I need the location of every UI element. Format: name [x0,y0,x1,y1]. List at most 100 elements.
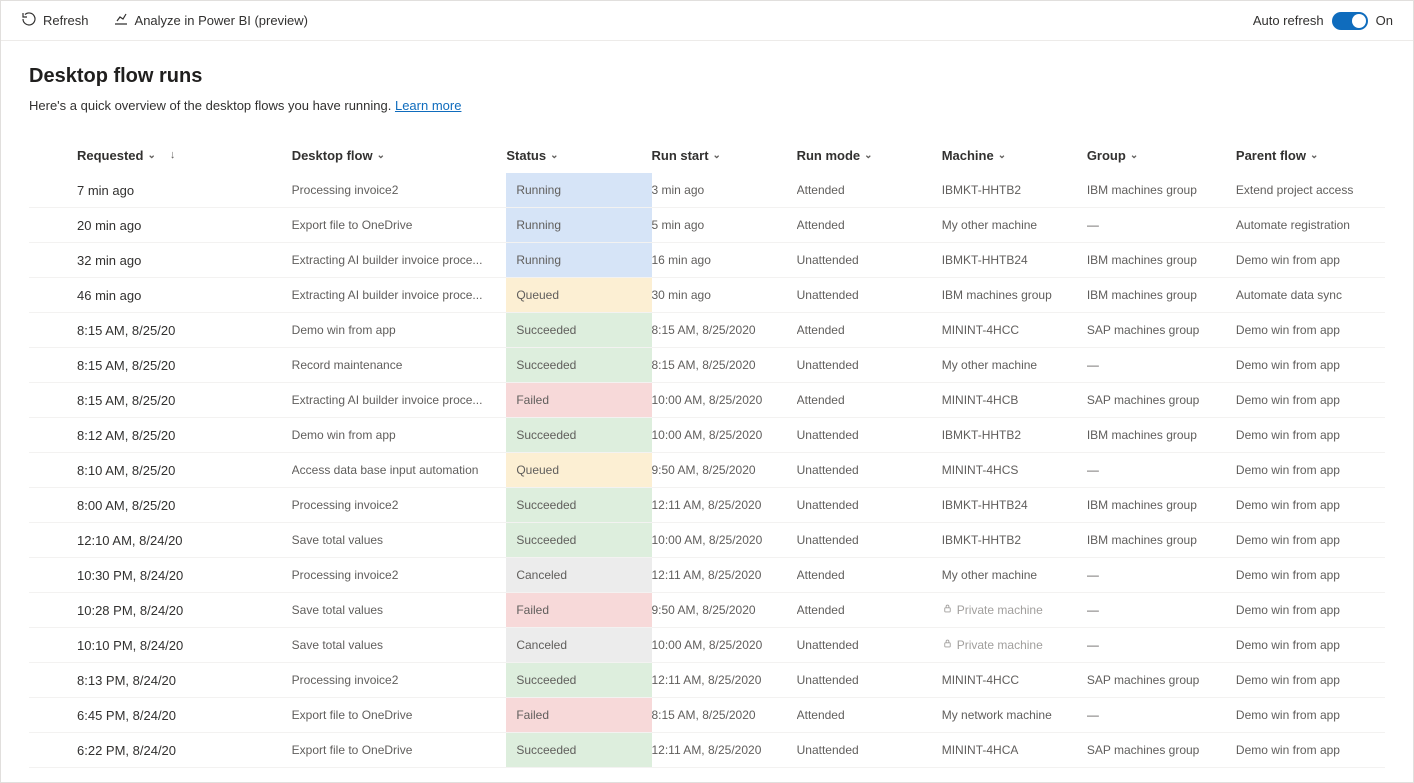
cell-parent-flow: Demo win from app [1236,638,1385,652]
cell-parent-flow: Demo win from app [1236,603,1385,617]
table-row[interactable]: 20 min agoExport file to OneDriveRunning… [29,208,1385,243]
cell-run-mode: Unattended [797,498,942,512]
cell-status: Failed [506,698,651,732]
chevron-down-icon: ⌄ [713,150,721,161]
cell-machine: IBMKT-HHTB2 [942,533,1087,547]
table-row[interactable]: 8:15 AM, 8/25/20Record maintenanceSuccee… [29,348,1385,383]
table-row[interactable]: 12:10 AM, 8/24/20Save total valuesSuccee… [29,523,1385,558]
cell-group: SAP machines group [1087,323,1236,337]
cell-machine: MININT-4HCS [942,463,1087,477]
cell-run-start: 10:00 AM, 8/25/2020 [652,638,797,652]
cell-group: — [1087,218,1236,232]
table-row[interactable]: 46 min agoExtracting AI builder invoice … [29,278,1385,313]
private-machine: Private machine [942,638,1043,652]
cell-group: IBM machines group [1087,533,1236,547]
cell-run-start: 9:50 AM, 8/25/2020 [652,463,797,477]
cell-desktop-flow: Extracting AI builder invoice proce... [292,253,507,267]
cell-run-start: 12:11 AM, 8/25/2020 [652,743,797,757]
cell-parent-flow: Automate registration [1236,218,1385,232]
cell-parent-flow: Demo win from app [1236,533,1385,547]
table-row[interactable]: 10:10 PM, 8/24/20Save total valuesCancel… [29,628,1385,663]
table-row[interactable]: 10:28 PM, 8/24/20Save total valuesFailed… [29,593,1385,628]
auto-refresh-label: Auto refresh [1253,13,1324,28]
cell-run-start: 10:00 AM, 8/25/2020 [652,428,797,442]
cell-run-mode: Attended [797,183,942,197]
cell-desktop-flow: Processing invoice2 [292,568,507,582]
cell-desktop-flow: Demo win from app [292,323,507,337]
refresh-button[interactable]: Refresh [21,11,89,30]
cell-status: Succeeded [506,348,651,382]
table-row[interactable]: 10:30 PM, 8/24/20Processing invoice2Canc… [29,558,1385,593]
cell-requested: 12:10 AM, 8/24/20 [77,533,292,548]
cell-requested: 6:45 PM, 8/24/20 [77,708,292,723]
cell-machine: IBM machines group [942,288,1087,302]
cell-group: — [1087,463,1236,477]
col-header-label: Status [506,148,546,163]
analyze-label: Analyze in Power BI (preview) [135,13,308,28]
cell-requested: 8:12 AM, 8/25/20 [77,428,292,443]
col-header-machine[interactable]: Machine ⌄ [942,148,1087,163]
col-header-desktop-flow[interactable]: Desktop flow ⌄ [292,148,507,163]
cell-parent-flow: Demo win from app [1236,253,1385,267]
table-row[interactable]: 8:12 AM, 8/25/20Demo win from appSucceed… [29,418,1385,453]
cell-requested: 7 min ago [77,183,292,198]
cell-group: SAP machines group [1087,393,1236,407]
cell-run-mode: Unattended [797,638,942,652]
cell-status: Canceled [506,558,651,592]
learn-more-link[interactable]: Learn more [395,98,461,113]
table-row[interactable]: 6:22 PM, 8/24/20Export file to OneDriveS… [29,733,1385,768]
col-header-status[interactable]: Status ⌄ [506,148,651,163]
table-row[interactable]: 6:45 PM, 8/24/20Export file to OneDriveF… [29,698,1385,733]
cell-group: — [1087,708,1236,722]
cell-desktop-flow: Extracting AI builder invoice proce... [292,288,507,302]
table-row[interactable]: 8:10 AM, 8/25/20Access data base input a… [29,453,1385,488]
cell-group: — [1087,568,1236,582]
app-frame: Refresh Analyze in Power BI (preview) Au… [0,0,1414,783]
cell-requested: 8:15 AM, 8/25/20 [77,358,292,373]
cell-status: Running [506,208,651,242]
cell-machine: IBMKT-HHTB2 [942,428,1087,442]
cell-desktop-flow: Processing invoice2 [292,183,507,197]
analyze-powerbi-button[interactable]: Analyze in Power BI (preview) [113,11,308,30]
cell-status: Running [506,243,651,277]
table-header-row: Requested ⌄ ↓ Desktop flow ⌄ Status ⌄ Ru… [29,137,1385,173]
cell-run-start: 8:15 AM, 8/25/2020 [652,323,797,337]
cell-status: Succeeded [506,418,651,452]
cell-run-start: 10:00 AM, 8/25/2020 [652,533,797,547]
col-header-run-start[interactable]: Run start ⌄ [651,148,796,163]
cell-parent-flow: Demo win from app [1236,323,1385,337]
cell-group: SAP machines group [1087,743,1236,757]
cell-run-start: 8:15 AM, 8/25/2020 [652,708,797,722]
col-header-label: Group [1087,148,1126,163]
chevron-down-icon: ⌄ [147,150,155,161]
col-header-run-mode[interactable]: Run mode ⌄ [797,148,942,163]
auto-refresh-toggle[interactable] [1332,12,1368,30]
table-row[interactable]: 32 min agoExtracting AI builder invoice … [29,243,1385,278]
chevron-down-icon: ⌄ [998,150,1006,161]
cell-group: IBM machines group [1087,253,1236,267]
cell-run-mode: Unattended [797,673,942,687]
cell-machine: MININT-4HCC [942,673,1087,687]
table-row[interactable]: 7 min agoProcessing invoice2Running3 min… [29,173,1385,208]
table-row[interactable]: 8:00 AM, 8/25/20Processing invoice2Succe… [29,488,1385,523]
col-header-group[interactable]: Group ⌄ [1087,148,1236,163]
cell-status: Succeeded [506,663,651,697]
col-header-requested[interactable]: Requested ⌄ ↓ [77,148,292,163]
cell-run-mode: Attended [797,218,942,232]
table-row[interactable]: 8:15 AM, 8/25/20Demo win from appSucceed… [29,313,1385,348]
cell-desktop-flow: Export file to OneDrive [292,743,507,757]
cell-requested: 10:10 PM, 8/24/20 [77,638,292,653]
cell-machine: MININT-4HCA [942,743,1087,757]
cell-status: Succeeded [506,733,651,767]
col-header-parent-flow[interactable]: Parent flow ⌄ [1236,148,1385,163]
table-row[interactable]: 8:15 AM, 8/25/20Extracting AI builder in… [29,383,1385,418]
auto-refresh-control: Auto refresh On [1253,12,1393,30]
col-header-label: Desktop flow [292,148,373,163]
cell-status: Failed [506,383,651,417]
content-area: Desktop flow runs Here's a quick overvie… [1,41,1413,768]
lock-icon [942,638,953,652]
cell-status: Failed [506,593,651,627]
table-row[interactable]: 8:13 PM, 8/24/20Processing invoice2Succe… [29,663,1385,698]
page-subtitle: Here's a quick overview of the desktop f… [29,98,1385,113]
cell-run-start: 9:50 AM, 8/25/2020 [652,603,797,617]
